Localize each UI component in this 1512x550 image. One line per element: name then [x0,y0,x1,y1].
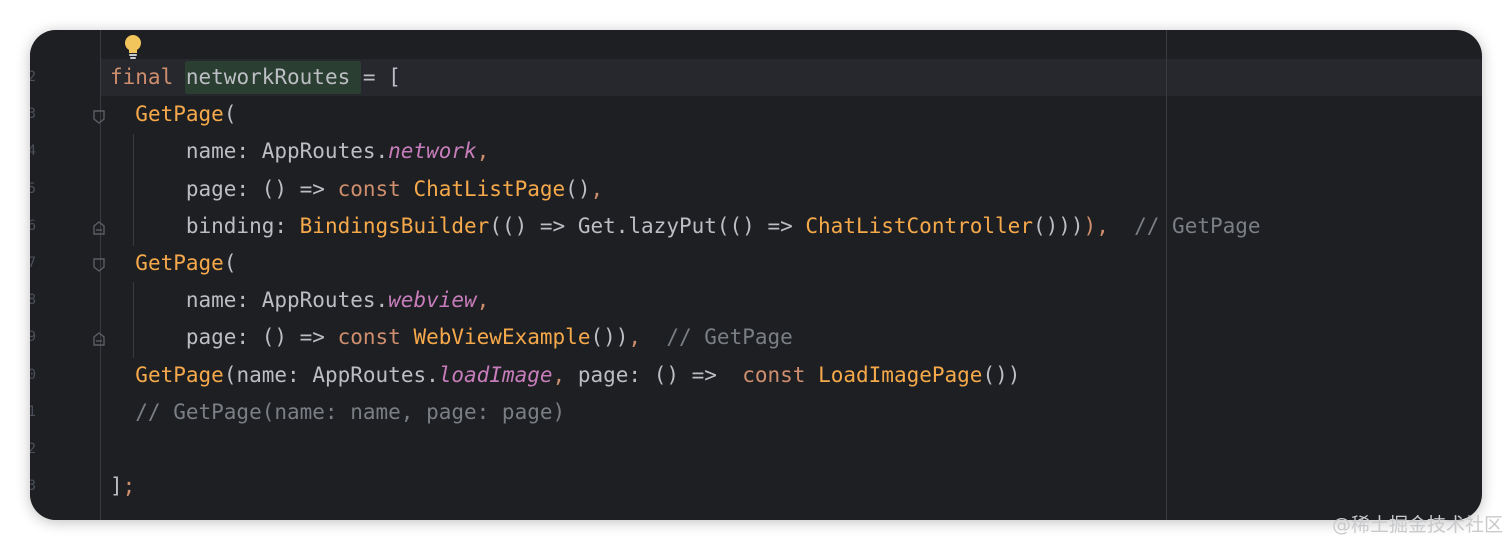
code-token: , [552,362,566,387]
code-token: page: () => [110,325,338,350]
code-token: networkRoutes [185,65,351,89]
code-token: const [337,176,401,201]
code-line[interactable]: ]; [110,468,135,505]
code-token: LoadImagePage [818,362,983,387]
code-line[interactable]: final networkRoutes = [ [110,59,401,96]
code-token: , [590,176,604,201]
code-token: GetPage [135,102,224,127]
code-token: , [628,325,642,350]
code-line[interactable]: GetPage( [110,96,236,133]
code-token: page: () => [110,176,338,201]
fold-end-icon[interactable] [92,220,106,236]
code-line[interactable]: name: AppRoutes.webview, [110,282,489,319]
right-margin-guide [1166,30,1167,520]
line-number: 9 [30,329,36,346]
code-token: ( [223,251,237,275]
code-token: // GetPage [641,325,793,350]
code-token: // GetPage(name: name, page: page) [110,399,566,424]
line-number: 6 [30,217,36,234]
code-token: final [110,65,174,89]
code-token: ), [1083,213,1109,238]
code-token: BindingsBuilder [299,213,490,238]
code-token: , [476,288,490,313]
code-line[interactable]: page: () => const WebViewExample()), // … [110,319,793,356]
lightbulb-icon[interactable] [122,34,144,60]
code-token: ( [223,102,237,127]
code-token: network [388,139,477,164]
line-number: 0 [30,366,36,383]
line-number: 8 [30,292,36,309]
code-token: name: AppRoutes. [110,139,389,164]
code-token: // GetPage [1108,213,1261,238]
line-number: 1 [30,403,36,420]
code-token: binding: [110,213,300,238]
watermark-text: @稀土掘金技术社区 [1332,514,1504,536]
line-number: 4 [30,143,36,160]
line-number: 7 [30,255,36,271]
code-token: GetPage [135,251,224,275]
code-line[interactable]: page: () => const ChatListPage(), [110,171,603,208]
code-token: ] [110,474,123,499]
line-number: 2 [30,69,36,85]
code-token: () [565,176,591,201]
code-token: (name: AppRoutes. [223,362,439,387]
fold-start-icon[interactable] [92,109,106,125]
code-token: ChatListController [805,213,1033,238]
code-line[interactable]: name: AppRoutes.network, [110,133,489,170]
code-token: ())) [1032,213,1084,238]
code-token: ; [122,474,136,499]
fold-start-icon[interactable] [92,257,106,273]
code-line[interactable]: binding: BindingsBuilder(() => Get.lazyP… [110,208,1261,245]
code-token: WebViewExample [413,325,591,350]
code-editor[interactable]: 2 3 4 5 6 7 8 9 0 1 2 3 final networkRoutes = [ Get… [30,30,1482,520]
line-number: 2 [30,441,36,457]
code-line[interactable]: GetPage( [110,245,236,282]
code-token: = [ [350,65,401,89]
code-token: page: () => [565,362,743,387]
code-token: , [476,139,490,164]
code-token: loadImage [438,362,553,387]
code-token: (() => Get.lazyPut(() => [489,213,806,238]
line-gutter [30,30,100,520]
code-token: name: AppRoutes. [110,288,389,313]
line-number: 5 [30,180,36,197]
line-number: 3 [30,106,36,123]
code-token: const [337,325,401,350]
code-token: const [742,362,806,387]
fold-end-icon[interactable] [92,331,106,347]
code-line[interactable]: GetPage(name: AppRoutes.loadImage, page:… [110,357,1020,394]
line-number: 3 [30,478,36,495]
code-token: GetPage [135,362,224,387]
gutter-divider [100,30,101,520]
code-token: ()) [590,325,629,350]
code-line[interactable]: // GetPage(name: name, page: page) [110,394,565,431]
code-token: ()) [982,362,1021,387]
code-token: webview [388,288,477,313]
code-token: ChatListPage [413,176,566,201]
